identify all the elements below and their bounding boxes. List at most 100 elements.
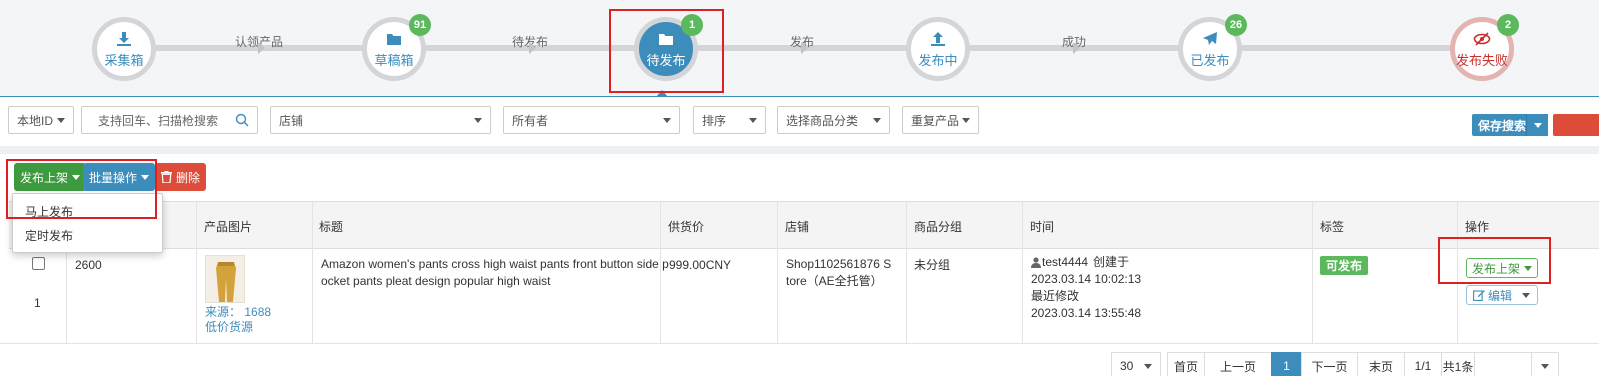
count-badge: 1 bbox=[681, 14, 703, 36]
header-operation: 操作 bbox=[1465, 220, 1490, 234]
shop-line: Shop1102561876 S bbox=[786, 257, 892, 271]
publish-dropdown-button[interactable]: 发布上架 bbox=[14, 163, 87, 191]
sort-label: 排序 bbox=[702, 113, 727, 128]
step-label: 草稿箱 bbox=[374, 52, 414, 68]
step-label: 已发布 bbox=[1190, 52, 1230, 68]
menu-item-scheduled-publish[interactable]: 定时发布 bbox=[13, 224, 162, 246]
column-divider bbox=[1022, 202, 1023, 344]
page-jump-input[interactable] bbox=[1474, 352, 1532, 376]
filter-bar: 本地ID 支持回车、扫描枪搜索 店铺 所有者 排序 选择商品分类 重复产品 保存… bbox=[0, 98, 1599, 146]
caret-down-icon bbox=[1541, 363, 1549, 369]
header-title: 标题 bbox=[319, 220, 344, 234]
search-input[interactable]: 支持回车、扫描枪搜索 bbox=[81, 106, 258, 134]
upload-icon bbox=[930, 30, 946, 48]
caret-down-icon bbox=[962, 118, 970, 123]
row-checkbox[interactable] bbox=[32, 257, 45, 270]
active-pointer-icon bbox=[656, 90, 668, 97]
caret-down-icon bbox=[72, 174, 81, 180]
step-pending-publish[interactable]: 待发布 1 bbox=[634, 14, 703, 81]
step-label: 发布中 bbox=[918, 52, 958, 68]
caret-down-icon bbox=[57, 118, 65, 123]
pagination: 30 首页 上一页 1 下一页 末页 1/1 共1条 bbox=[0, 343, 1599, 376]
header-group: 商品分组 bbox=[914, 220, 963, 234]
row-more-dropdown-button[interactable] bbox=[1515, 285, 1538, 305]
row-index: 1 bbox=[34, 296, 41, 310]
arrow-icon bbox=[258, 42, 265, 54]
header-price: 供货价 bbox=[668, 220, 705, 234]
source-value: 1688 bbox=[244, 305, 272, 319]
product-title[interactable]: Amazon women's pants cross high waist pa… bbox=[321, 256, 669, 290]
header-image: 产品图片 bbox=[204, 220, 253, 234]
supply-price: 999.00CNY bbox=[669, 258, 732, 272]
page-size-select[interactable]: 30 bbox=[1111, 352, 1161, 376]
sort-select[interactable]: 排序 bbox=[693, 106, 766, 134]
row-edit-button[interactable]: 编辑 bbox=[1466, 285, 1520, 305]
row-publish-label: 发布上架 bbox=[1472, 261, 1521, 276]
row-publish-button[interactable]: 发布上架 bbox=[1466, 258, 1539, 278]
shop-select[interactable]: 店铺 bbox=[270, 106, 491, 134]
header-shop: 店铺 bbox=[785, 220, 810, 234]
owner-label: 所有者 bbox=[512, 113, 549, 128]
table-header: 产品图片 标题 供货价 店铺 商品分组 时间 标签 操作 bbox=[9, 202, 1599, 249]
save-search-dropdown-button[interactable] bbox=[1526, 114, 1548, 136]
column-divider bbox=[196, 202, 197, 344]
user-icon bbox=[1031, 257, 1041, 268]
step-label: 发布失败 bbox=[1455, 52, 1508, 68]
caret-down-icon bbox=[141, 174, 150, 180]
column-divider bbox=[1457, 202, 1458, 344]
delete-button[interactable]: 删除 bbox=[155, 163, 207, 191]
menu-item-publish-now[interactable]: 马上发布 bbox=[13, 200, 162, 222]
last-page-button[interactable]: 末页 bbox=[1357, 352, 1405, 376]
low-price-source-link[interactable]: 低价货源 bbox=[205, 319, 253, 336]
header-tag: 标签 bbox=[1320, 220, 1345, 234]
caret-down-icon bbox=[1144, 364, 1152, 369]
prev-page-button[interactable]: 上一页 bbox=[1204, 352, 1272, 376]
count-badge: 26 bbox=[1225, 14, 1247, 36]
column-divider bbox=[906, 202, 907, 344]
time-info: test4444 创建于 2023.03.14 10:02:13 最近修改 20… bbox=[1031, 254, 1141, 322]
owner-select[interactable]: 所有者 bbox=[503, 106, 680, 134]
step-published[interactable]: 已发布 26 bbox=[1178, 14, 1247, 81]
clear-button[interactable] bbox=[1553, 114, 1599, 136]
current-page-button[interactable]: 1 bbox=[1271, 352, 1302, 376]
section-divider bbox=[0, 146, 1599, 154]
step-label: 采集箱 bbox=[104, 52, 144, 68]
step-label: 待发布 bbox=[646, 52, 686, 68]
arrow-icon bbox=[801, 42, 808, 54]
folder-icon bbox=[658, 30, 674, 48]
shop-line: tore（AE全托管） bbox=[786, 274, 883, 288]
column-divider bbox=[777, 202, 778, 344]
caret-down-icon bbox=[1522, 293, 1530, 298]
search-icon[interactable] bbox=[235, 113, 249, 130]
page-jump-button[interactable] bbox=[1531, 352, 1559, 376]
step-publishing[interactable]: 发布中 bbox=[906, 17, 970, 81]
arrow-icon bbox=[1073, 42, 1080, 54]
step-collect-box[interactable]: 采集箱 bbox=[92, 17, 156, 81]
step-publish-failed[interactable]: 发布失败 2 bbox=[1450, 14, 1519, 81]
caret-down-icon bbox=[474, 118, 482, 123]
batch-label: 批量操作 bbox=[89, 170, 138, 185]
arrow-icon bbox=[529, 42, 536, 54]
batch-operation-button[interactable]: 批量操作 bbox=[83, 163, 156, 191]
product-id: 2600 bbox=[75, 258, 102, 272]
category-label: 选择商品分类 bbox=[786, 113, 859, 128]
caret-down-icon bbox=[1524, 265, 1533, 271]
search-placeholder: 支持回车、扫描枪搜索 bbox=[98, 113, 219, 128]
duplicate-select[interactable]: 重复产品 bbox=[902, 106, 979, 134]
first-page-button[interactable]: 首页 bbox=[1167, 352, 1205, 376]
next-page-button[interactable]: 下一页 bbox=[1301, 352, 1358, 376]
created-label: 创建于 bbox=[1093, 255, 1130, 269]
status-badge: 可发布 bbox=[1320, 256, 1369, 275]
publish-label: 发布上架 bbox=[20, 170, 69, 185]
product-image[interactable] bbox=[205, 255, 245, 303]
modified-time: 2023.03.14 13:55:48 bbox=[1031, 306, 1142, 320]
download-icon bbox=[116, 30, 132, 48]
local-id-label: 本地ID bbox=[17, 113, 54, 128]
category-select[interactable]: 选择商品分类 bbox=[777, 106, 890, 134]
step-draft-box[interactable]: 草稿箱 91 bbox=[362, 14, 431, 81]
local-id-select[interactable]: 本地ID bbox=[8, 106, 74, 134]
duplicate-label: 重复产品 bbox=[911, 113, 960, 128]
save-search-button[interactable]: 保存搜索 bbox=[1472, 114, 1533, 136]
created-time: 2023.03.14 10:02:13 bbox=[1031, 272, 1142, 286]
total-count: 共1条 bbox=[1441, 352, 1475, 376]
